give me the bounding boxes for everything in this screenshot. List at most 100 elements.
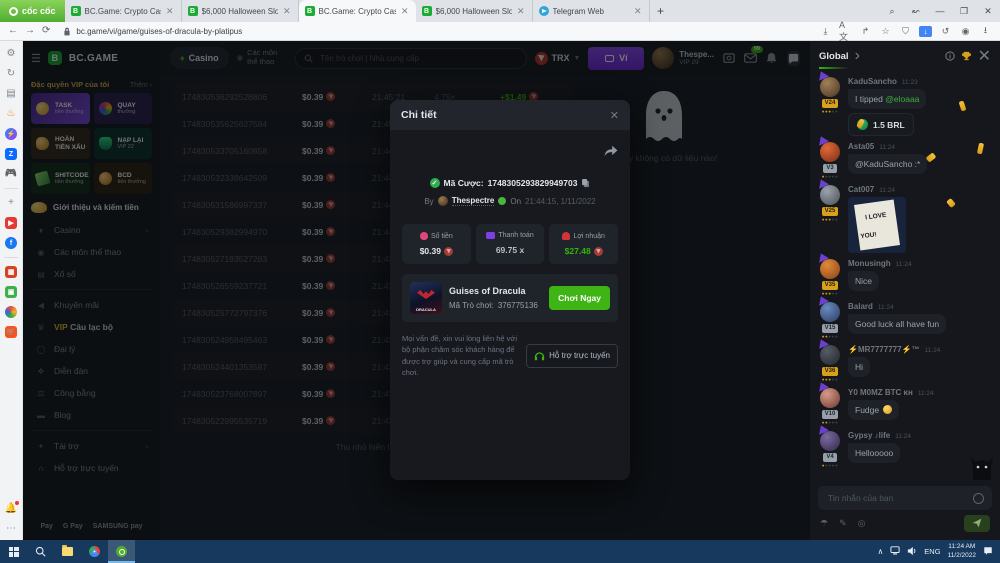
chat-settings-pen-icon[interactable]: ✎: [839, 519, 847, 528]
crocodile-badge-icon: [498, 197, 506, 205]
sync-icon[interactable]: ↺: [939, 26, 952, 37]
coccoc-logo-icon: [9, 7, 18, 16]
close-tab-icon[interactable]: ✕: [282, 6, 292, 17]
emoji-picker-icon[interactable]: [973, 493, 984, 504]
coccoc-brand-button[interactable]: cốc cốc: [0, 0, 65, 22]
coccoc-taskbar-button[interactable]: [108, 540, 135, 563]
avatar[interactable]: [820, 259, 840, 279]
game-thumbnail[interactable]: DRACULA: [410, 282, 442, 314]
tray-chevron-icon[interactable]: ∧: [877, 547, 883, 556]
new-tab-button[interactable]: +: [650, 4, 672, 18]
profile-icon[interactable]: ◉: [959, 26, 972, 37]
sticker-image[interactable]: I LOVE YOU!: [848, 197, 906, 253]
chat-input-box[interactable]: [818, 486, 992, 510]
chat-message-input[interactable]: [826, 492, 968, 504]
avatar[interactable]: [820, 142, 840, 162]
file-explorer-button[interactable]: [54, 540, 81, 563]
taskbar-search-button[interactable]: [27, 540, 54, 563]
share-icon[interactable]: ↱: [859, 26, 872, 37]
url-field[interactable]: bc.game/vi/game/guises-of-dracula-by-pla…: [57, 24, 812, 38]
browser-tab-1[interactable]: B BC.Game: Crypto Casino Gan ✕: [65, 0, 182, 22]
avatar[interactable]: [820, 388, 840, 408]
share-icon[interactable]: [604, 144, 618, 162]
bet-id-value: 1748305293829949703: [488, 178, 578, 188]
bookmark-star-icon[interactable]: ☆: [879, 26, 892, 37]
close-window-button[interactable]: ✕: [976, 6, 1000, 17]
tab-history-arrow-icon[interactable]: ↜: [904, 6, 928, 17]
chevron-right-icon[interactable]: ›: [855, 47, 860, 65]
avatar[interactable]: [820, 345, 840, 365]
coccoc-downloader-icon[interactable]: ↓: [919, 26, 932, 37]
close-tab-icon[interactable]: ✕: [165, 6, 175, 17]
browser-tab-5[interactable]: Telegram Web ✕: [533, 0, 650, 22]
forward-icon[interactable]: →: [25, 26, 35, 36]
browser-tab-2[interactable]: B $6,000 Halloween Slot Battle ✕: [182, 0, 299, 22]
user-mention[interactable]: @eloaaa: [885, 94, 919, 104]
language-indicator[interactable]: ENG: [924, 547, 940, 556]
shop-cart-icon[interactable]: 🛒: [5, 326, 17, 338]
reload-icon[interactable]: ⟳: [42, 26, 50, 36]
browser-tab-4[interactable]: B $6,000 Halloween Slot Battl ✕: [416, 0, 533, 22]
notification-bell-icon[interactable]: 🔔: [5, 503, 17, 515]
on-label: On: [510, 197, 521, 206]
chrome-button[interactable]: [81, 540, 108, 563]
tab-search-icon[interactable]: ⌕: [880, 6, 904, 17]
close-tab-icon[interactable]: ✕: [516, 6, 526, 17]
history-icon[interactable]: ↻: [5, 68, 17, 80]
chat-channel[interactable]: Global: [819, 51, 849, 62]
avatar[interactable]: [820, 185, 840, 205]
translate-icon[interactable]: A文: [839, 26, 852, 37]
avatar[interactable]: [820, 431, 840, 451]
back-icon[interactable]: ←: [8, 26, 18, 36]
tab-title: $6,000 Halloween Slot Battle: [202, 7, 278, 16]
avatar[interactable]: [820, 302, 840, 322]
add-shortcut-button[interactable]: +: [5, 197, 17, 209]
save-page-icon[interactable]: ⤓: [819, 26, 832, 37]
coin-rain-icon[interactable]: ☂: [820, 519, 828, 528]
coccoc-side-rail: ⚙ ↻ ▤ ♨ ⚡ Z 🎮 + ▶ f ▦ ▣ 🛒 🔔 ⋯: [0, 41, 23, 540]
vip-level-badge: V36: [822, 367, 839, 376]
screen: cốc cốc B BC.Game: Crypto Casino Gan ✕ B…: [0, 0, 1000, 563]
downloads-icon[interactable]: ⭳: [979, 26, 992, 37]
adblock-shield-icon[interactable]: ⛉: [899, 26, 912, 37]
close-chat-icon[interactable]: ✕: [978, 46, 991, 66]
app-shortcut-icon[interactable]: ▦: [5, 266, 17, 278]
taskbar-clock[interactable]: 11:24 AM 11/2/2022: [948, 543, 976, 559]
vip-level-badge: V25: [822, 207, 839, 216]
reading-list-icon[interactable]: ▤: [5, 88, 17, 100]
black-cat-decoration: [969, 450, 995, 480]
more-icon[interactable]: ⋯: [5, 523, 17, 535]
action-center-icon[interactable]: [983, 546, 993, 558]
facebook-icon[interactable]: f: [5, 237, 17, 249]
vip-level-badge: V10: [822, 410, 839, 419]
avatar[interactable]: [820, 77, 840, 97]
network-icon[interactable]: [890, 546, 900, 557]
youtube-icon[interactable]: ▶: [5, 217, 17, 229]
play-now-button[interactable]: Chơi Ngay: [549, 286, 610, 310]
live-support-button[interactable]: Hỗ trợ trực tuyến: [526, 344, 618, 368]
palette-app-icon[interactable]: [5, 306, 17, 318]
browser-tab-3-active[interactable]: B BC.Game: Crypto Casino Gan ✕: [299, 0, 416, 22]
close-icon[interactable]: ✕: [610, 109, 619, 122]
start-button[interactable]: [0, 540, 27, 563]
calendar-app-icon[interactable]: ▣: [5, 286, 17, 298]
chat-rules-info-icon[interactable]: [945, 51, 955, 61]
close-tab-icon[interactable]: ✕: [633, 6, 643, 17]
copy-icon[interactable]: [581, 178, 590, 188]
hot-trends-icon[interactable]: ♨: [5, 108, 17, 120]
minimize-button[interactable]: —: [928, 6, 952, 16]
game-code-value: 376775136: [498, 301, 538, 310]
messenger-icon[interactable]: ⚡: [5, 128, 17, 140]
bettor-username[interactable]: Thespectre: [452, 196, 495, 206]
volume-icon[interactable]: [907, 546, 917, 558]
tip-coin-icon[interactable]: ◎: [858, 519, 866, 528]
tab-title: $6,000 Halloween Slot Battl: [436, 7, 512, 16]
send-message-button[interactable]: [964, 515, 990, 532]
maximize-button[interactable]: ❐: [952, 6, 976, 17]
trophy-icon[interactable]: [961, 51, 972, 62]
close-tab-icon[interactable]: ✕: [400, 6, 410, 17]
settings-gear-icon[interactable]: ⚙: [5, 48, 17, 60]
gamepad-icon[interactable]: 🎮: [5, 168, 17, 180]
zalo-icon[interactable]: Z: [5, 148, 17, 160]
chat-panel: Global › ✕: [810, 41, 1000, 540]
